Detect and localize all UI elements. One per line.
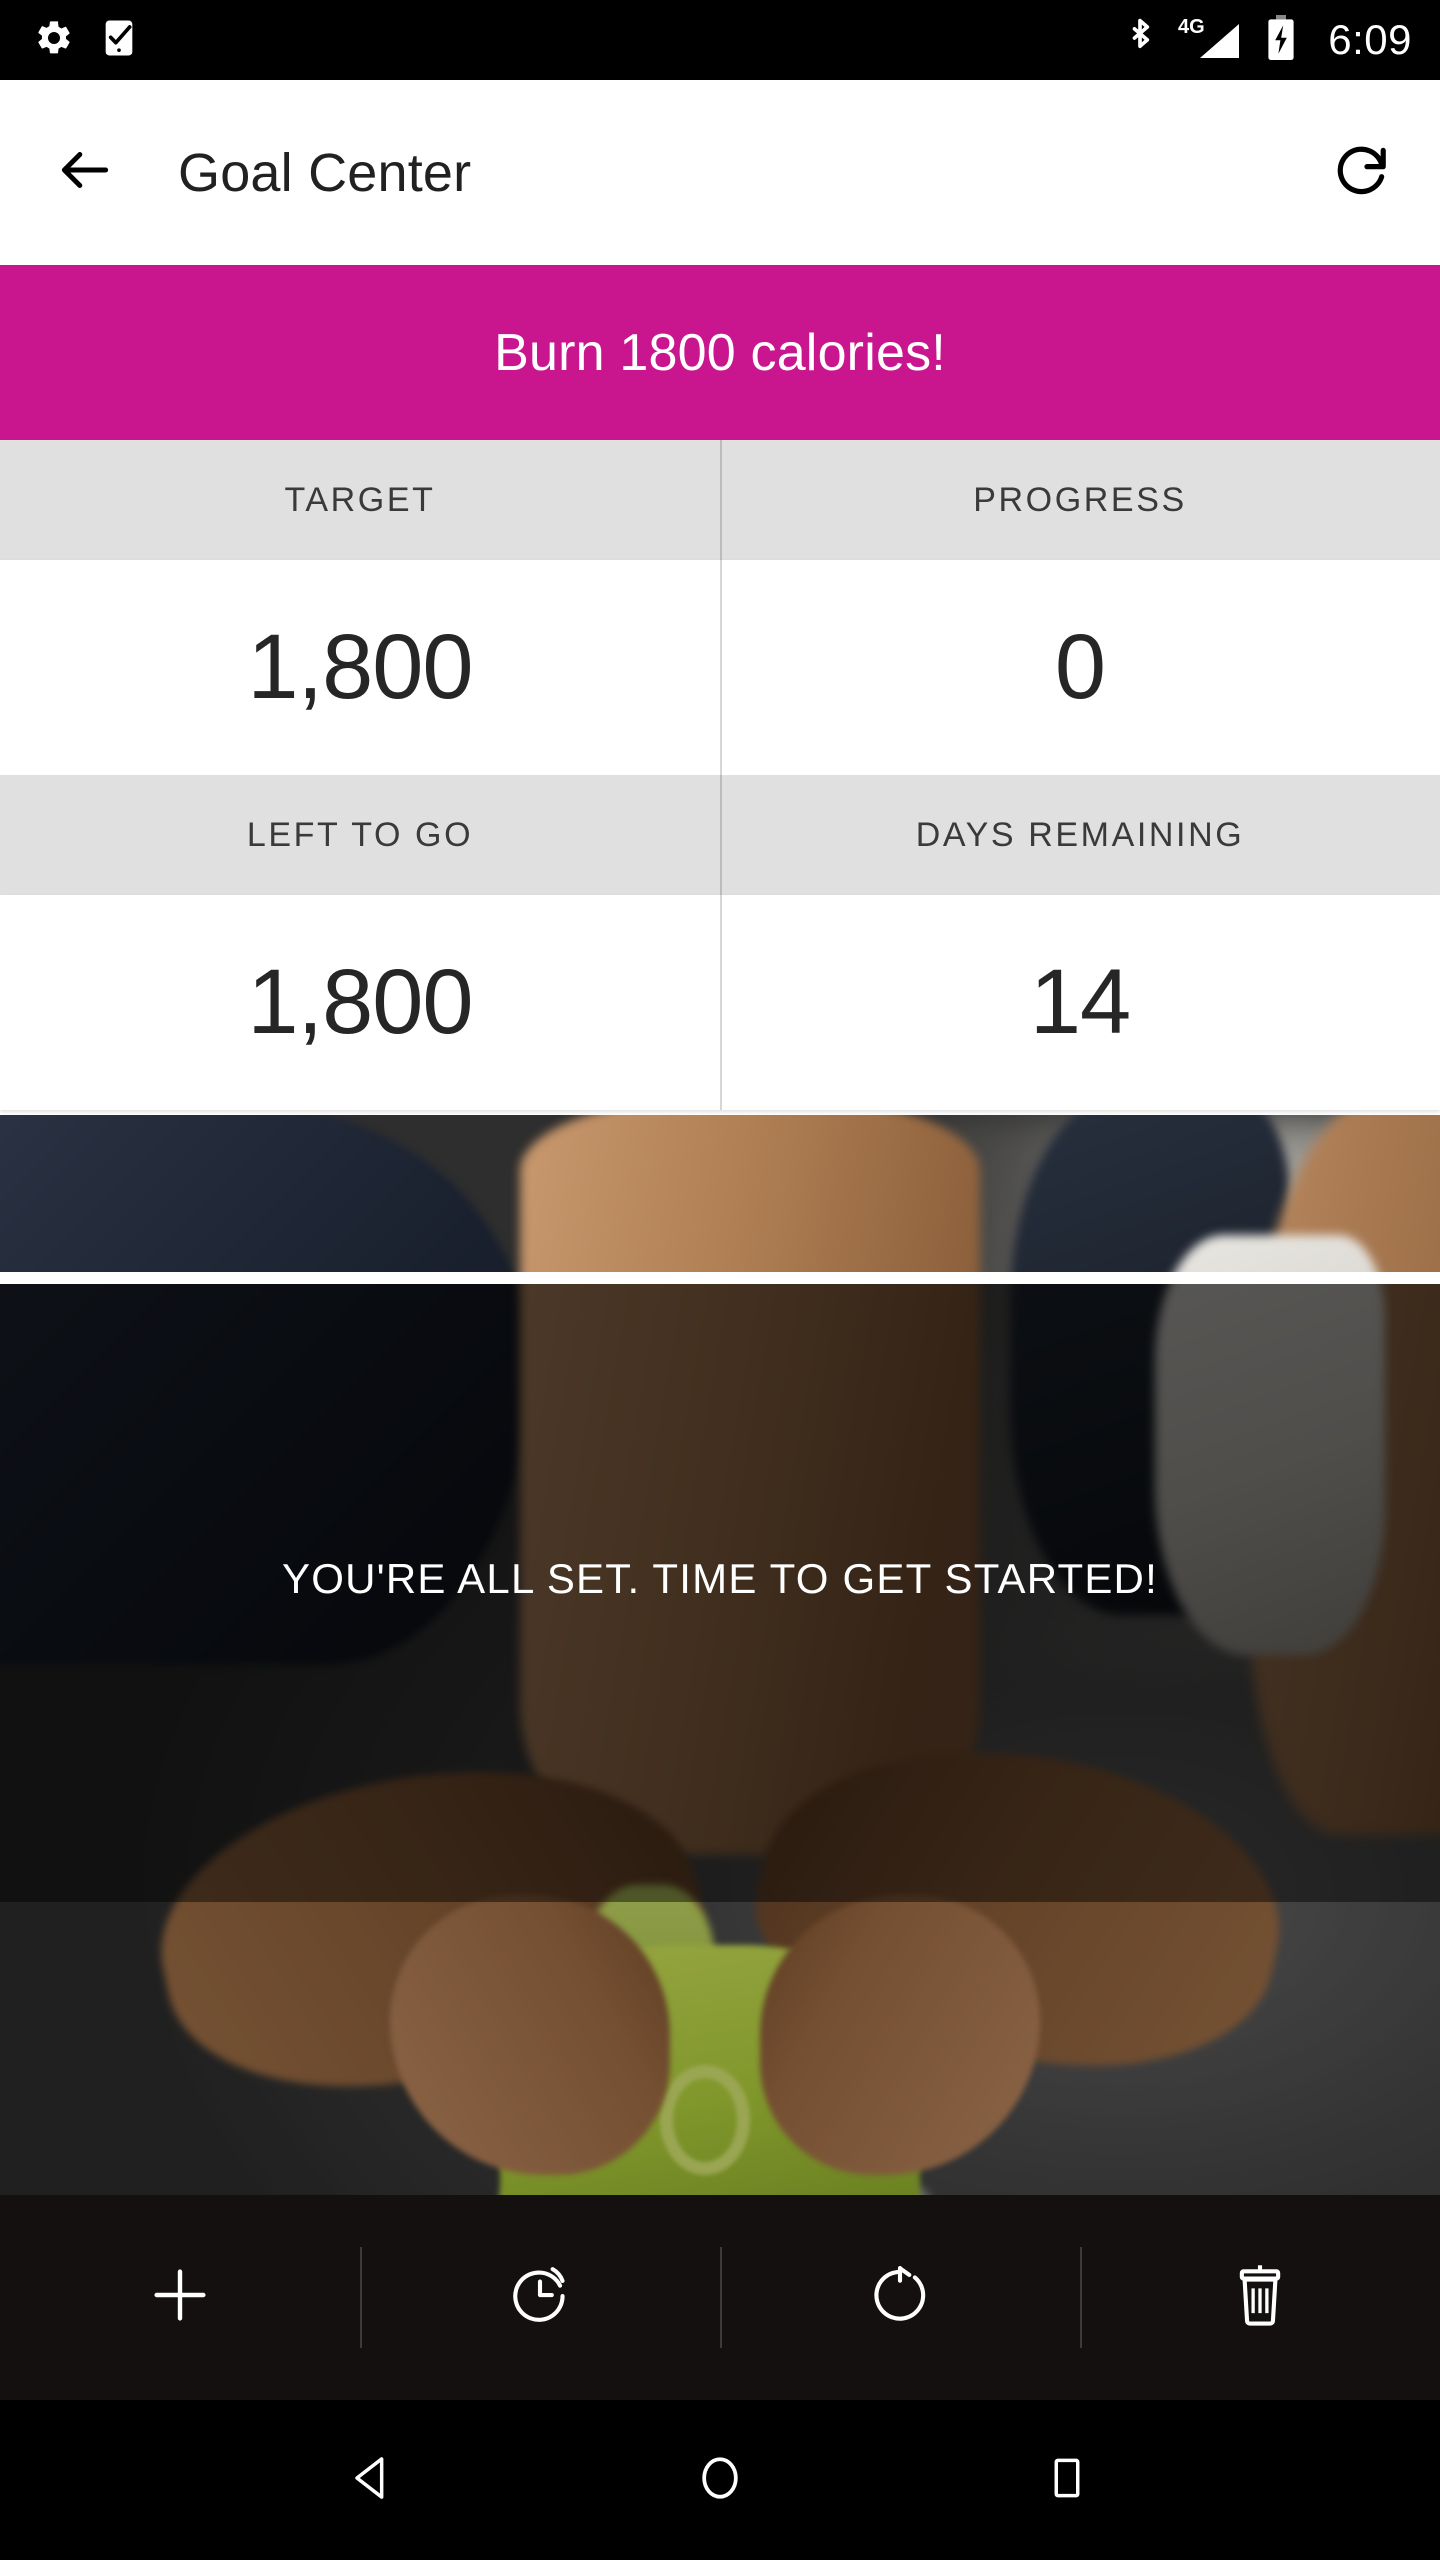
stat-label-cell-left-to-go: LEFT TO GO (0, 775, 720, 895)
delete-button[interactable] (1080, 2195, 1440, 2400)
nav-back[interactable] (313, 2420, 433, 2540)
square-recents-icon (1044, 2453, 1090, 2508)
stats-label-row: LEFT TO GO DAYS REMAINING (0, 775, 1440, 895)
stat-value-left-to-go: 1,800 (247, 951, 473, 1053)
signal-4g-icon: 4G (1178, 15, 1244, 66)
phone-check-icon (100, 18, 138, 63)
hero-seam-top (0, 1272, 1440, 1284)
goal-banner-text: Burn 1800 calories! (494, 323, 946, 382)
clock-icon (507, 2262, 573, 2333)
stat-label-progress: PROGRESS (973, 480, 1187, 519)
app-screen: 4G 6:09 Goal Center Burn 1800 calories! … (0, 0, 1440, 2560)
android-nav-bar (0, 2400, 1440, 2560)
stat-label-cell-target: TARGET (0, 440, 720, 560)
hero-photo: YOU'RE ALL SET. TIME TO GET STARTED! (0, 1115, 1440, 2195)
stat-label-left-to-go: LEFT TO GO (246, 815, 474, 854)
stats-grid: TARGET PROGRESS 1,800 0 LEFT TO GO DAYS … (0, 440, 1440, 1110)
status-bar-left-icons (34, 18, 138, 63)
restart-button[interactable] (720, 2195, 1080, 2400)
stat-value-progress: 0 (1054, 616, 1106, 718)
triangle-back-icon (347, 2452, 399, 2509)
stat-label-cell-progress: PROGRESS (720, 440, 1440, 560)
svg-text:4G: 4G (1178, 16, 1205, 38)
stat-label-target: TARGET (284, 480, 436, 519)
hero-overlay-message: YOU'RE ALL SET. TIME TO GET STARTED! (282, 1555, 1158, 1602)
nav-home[interactable] (660, 2420, 780, 2540)
refresh-icon[interactable] (1330, 139, 1392, 206)
app-bar: Goal Center (0, 80, 1440, 265)
circle-home-icon (695, 2453, 745, 2508)
stat-label-days-remaining: DAYS REMAINING (915, 815, 1245, 854)
stat-value-cell-days-remaining: 14 (720, 895, 1440, 1110)
stats-label-row: TARGET PROGRESS (0, 440, 1440, 560)
stat-value-cell-progress: 0 (720, 560, 1440, 775)
back-arrow-icon[interactable] (54, 139, 116, 206)
plus-icon (147, 2262, 213, 2333)
stats-value-row: 1,800 14 (0, 895, 1440, 1110)
rotate-icon (867, 2262, 933, 2333)
history-button[interactable] (360, 2195, 720, 2400)
stat-value-target: 1,800 (247, 616, 473, 718)
gear-icon (34, 18, 74, 63)
page-title: Goal Center (178, 142, 472, 203)
battery-charging-icon (1266, 14, 1296, 66)
status-bar: 4G 6:09 (0, 0, 1440, 80)
bluetooth-icon (1124, 16, 1156, 65)
hero-dim-overlay-bottom (0, 1902, 1440, 2195)
status-bar-clock: 6:09 (1328, 16, 1412, 63)
goal-banner: Burn 1800 calories! (0, 265, 1440, 440)
stat-value-days-remaining: 14 (1029, 951, 1131, 1053)
stat-value-cell-target: 1,800 (0, 560, 720, 775)
stat-label-cell-days-remaining: DAYS REMAINING (720, 775, 1440, 895)
status-bar-right-icons: 4G 6:09 (1124, 14, 1412, 66)
stat-value-cell-left-to-go: 1,800 (0, 895, 720, 1110)
bottom-toolbar (0, 2195, 1440, 2400)
trash-icon (1229, 2262, 1291, 2333)
stats-value-row: 1,800 0 (0, 560, 1440, 775)
nav-recents[interactable] (1007, 2420, 1127, 2540)
add-goal-button[interactable] (0, 2195, 360, 2400)
